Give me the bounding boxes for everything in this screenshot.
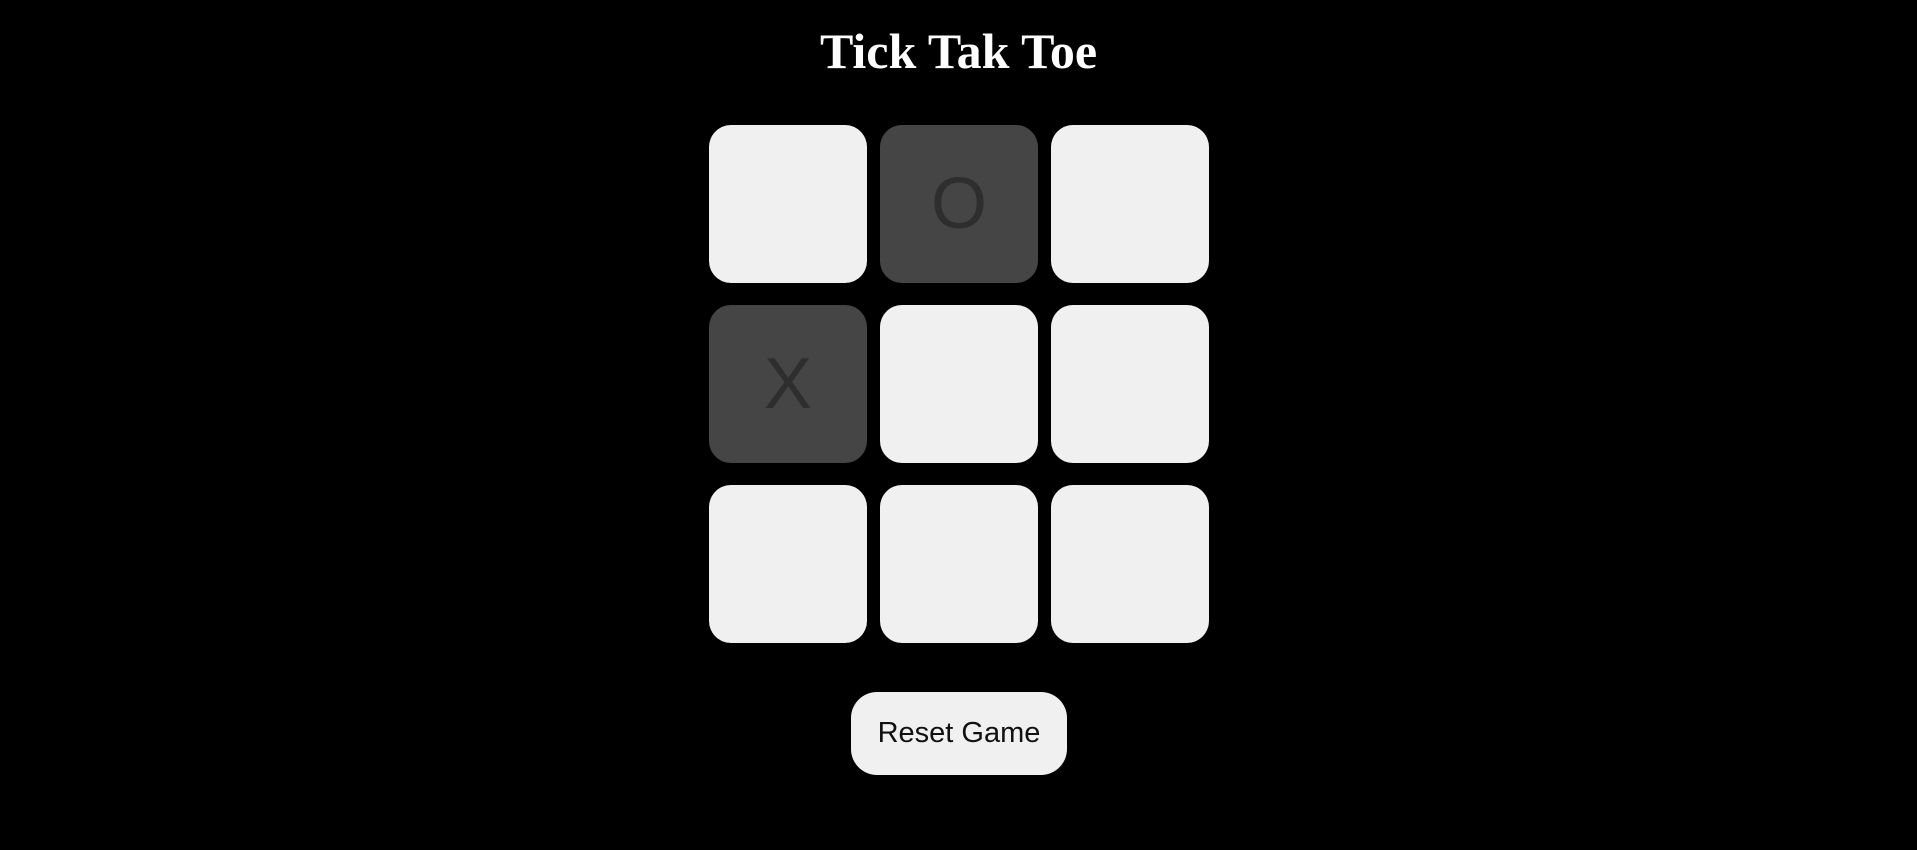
- game-page: Tick Tak Toe O X Reset Game: [0, 0, 1917, 850]
- board-cell-3[interactable]: [1051, 125, 1209, 283]
- board-cell-6[interactable]: [1051, 305, 1209, 463]
- board-cell-1[interactable]: [709, 125, 867, 283]
- board-cell-5[interactable]: [880, 305, 1038, 463]
- game-board: O X: [709, 125, 1209, 643]
- board-cell-9[interactable]: [1051, 485, 1209, 643]
- board-cell-4[interactable]: X: [709, 305, 867, 463]
- board-cell-2[interactable]: O: [880, 125, 1038, 283]
- board-cell-7[interactable]: [709, 485, 867, 643]
- reset-game-button[interactable]: Reset Game: [851, 692, 1067, 775]
- board-cell-8[interactable]: [880, 485, 1038, 643]
- game-title: Tick Tak Toe: [819, 23, 1098, 79]
